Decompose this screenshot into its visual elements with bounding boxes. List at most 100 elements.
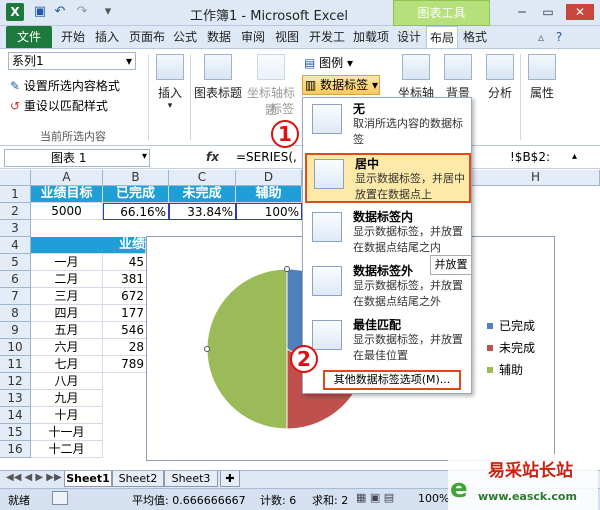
row-header[interactable]: 3 [0,220,31,237]
tab-review[interactable]: 审阅 [238,26,268,48]
row-header[interactable]: 8 [0,305,31,322]
cell-b2[interactable]: 66.16% [103,203,169,220]
month-cell[interactable]: 四月 [31,305,103,322]
background-button[interactable]: 背景 [440,54,476,101]
selection-handle[interactable] [284,266,290,272]
insert-sheet-icon[interactable]: ✚ [220,471,240,487]
tab-layout[interactable]: 布局 [426,26,458,48]
cell-a2[interactable]: 5000 [31,203,103,220]
selection-handle[interactable] [204,346,210,352]
data-labels-button[interactable]: ▥ 数据标签 ▾ [302,75,380,95]
tab-formulas[interactable]: 公式 [170,26,200,48]
column-header-h[interactable]: H [472,170,600,186]
cell-a4-merged[interactable]: 业绩 [31,237,146,254]
maximize-icon[interactable]: ▭ [538,4,558,20]
insert-button[interactable]: 插入 ▾ [154,54,186,111]
sheet-tab-2[interactable]: Sheet2 [112,471,164,487]
help-icon[interactable]: ? [552,26,566,48]
axes-button[interactable]: 坐标轴 [398,54,434,101]
menu-item-best-fit[interactable]: 最佳匹配 显示数据标签，并放置在最佳位置 [303,314,471,366]
month-value-cell[interactable]: 177 [103,305,146,322]
row-header[interactable]: 12 [0,373,31,390]
month-value-cell[interactable]: 789 [103,356,146,373]
legend-button[interactable]: ▤ 图例 ▾ [304,54,353,71]
cell-d1[interactable]: 辅助 [236,186,302,203]
select-all-corner[interactable] [0,170,31,186]
month-cell[interactable]: 七月 [31,356,103,373]
tab-design[interactable]: 设计 [394,26,424,48]
column-header-d[interactable]: D [236,170,302,186]
legend-label[interactable]: 已完成 [499,318,535,333]
more-data-label-options[interactable]: 其他数据标签选项(M)... [323,370,461,390]
tab-view[interactable]: 视图 [272,26,302,48]
cell-a1[interactable]: 业绩目标 [31,186,103,203]
tab-add-ins[interactable]: 加载项 [350,26,392,48]
chart-element-selector[interactable]: 系列1 ▾ [8,52,136,70]
cell-c2[interactable]: 33.84% [169,203,236,220]
row-header[interactable]: 2 [0,203,31,220]
month-value-cell[interactable]: 672 [103,288,146,305]
tab-developer[interactable]: 开发工 [306,26,348,48]
month-cell[interactable]: 十二月 [31,441,103,458]
close-icon[interactable]: ✕ [566,4,594,20]
row-header[interactable]: 1 [0,186,31,203]
minimize-ribbon-icon[interactable]: ▵ [534,26,548,48]
cell-c1[interactable]: 未完成 [169,186,236,203]
month-cell[interactable]: 六月 [31,339,103,356]
row-header[interactable]: 15 [0,424,31,441]
row-header[interactable]: 6 [0,271,31,288]
row-header[interactable]: 11 [0,356,31,373]
tab-format[interactable]: 格式 [460,26,490,48]
menu-item-center[interactable]: 居中 显示数据标签，并居中放置在数据点上 [305,153,471,203]
menu-item-none[interactable]: 无 取消所选内容的数据标签 [303,98,471,150]
month-cell[interactable]: 三月 [31,288,103,305]
save-icon[interactable]: ▣ [32,4,48,20]
tab-insert[interactable]: 插入 [92,26,122,48]
month-cell[interactable]: 一月 [31,254,103,271]
tab-page-layout[interactable]: 页面布 [126,26,168,48]
reset-style-button[interactable]: ↺ 重设以匹配样式 [10,97,108,114]
column-header-a[interactable]: A [31,170,103,186]
row-header[interactable]: 14 [0,407,31,424]
column-header-c[interactable]: C [169,170,236,186]
format-selection-button[interactable]: ✎ 设置所选内容格式 [10,77,120,94]
view-buttons[interactable]: ▦ ▣ ▤ [356,491,394,504]
tab-home[interactable]: 开始 [58,26,88,48]
sheet-tab-1[interactable]: Sheet1 [64,471,112,487]
row-header[interactable]: 4 [0,237,31,254]
row-header[interactable]: 7 [0,288,31,305]
formula-input[interactable]: =SERIES(, [236,150,297,164]
month-cell[interactable]: 二月 [31,271,103,288]
customize-quick-access-icon[interactable]: ▾ [100,4,116,20]
minimize-icon[interactable]: ─ [512,4,532,20]
pie-slice-3[interactable] [206,268,288,430]
row-header[interactable]: 13 [0,390,31,407]
sheet-tab-3[interactable]: Sheet3 [164,471,218,487]
expand-formula-bar-icon[interactable]: ▴ [572,151,577,162]
legend-label[interactable]: 未完成 [499,340,535,355]
month-cell[interactable]: 五月 [31,322,103,339]
macro-record-icon[interactable] [52,491,68,505]
sheet-nav-icons[interactable]: ◀◀ ◀ ▶ ▶▶ [6,472,62,483]
column-header-b[interactable]: B [103,170,169,186]
analysis-button[interactable]: 分析 [482,54,518,101]
redo-icon[interactable]: ↷ [74,4,90,20]
month-cell[interactable]: 八月 [31,373,103,390]
month-value-cell[interactable]: 28 [103,339,146,356]
chevron-down-icon[interactable]: ▾ [142,151,147,162]
month-cell[interactable]: 十一月 [31,424,103,441]
cell-b1[interactable]: 已完成 [103,186,169,203]
properties-button[interactable]: 属性 [524,54,560,101]
chart-title-button[interactable]: 图表标题 [194,54,242,101]
month-cell[interactable]: 十月 [31,407,103,424]
tab-data[interactable]: 数据 [204,26,234,48]
row-header[interactable]: 5 [0,254,31,271]
row-header[interactable]: 10 [0,339,31,356]
month-value-cell[interactable]: 381 [103,271,146,288]
tab-file[interactable]: 文件 [6,26,52,48]
menu-item-inside-end[interactable]: 数据标签内 显示数据标签，并放置在数据点结尾之内 [303,206,471,258]
month-value-cell[interactable]: 546 [103,322,146,339]
undo-icon[interactable]: ↶ [52,4,68,20]
month-value-cell[interactable]: 45 [103,254,146,271]
legend-label[interactable]: 辅助 [499,363,523,377]
